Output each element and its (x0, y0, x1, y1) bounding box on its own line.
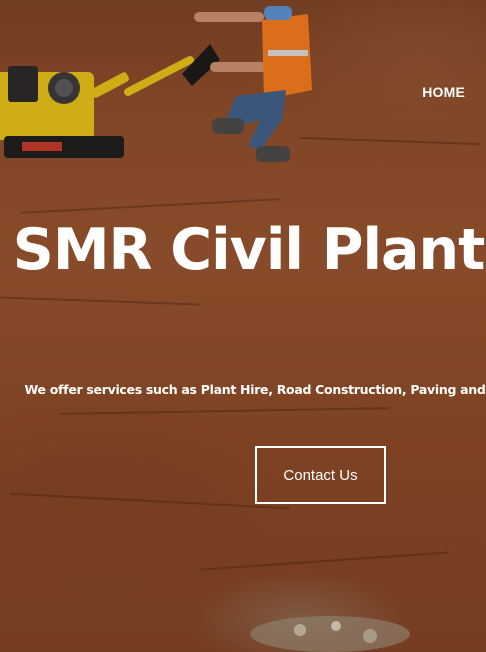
hero-title: SMR Civil Plant Hire (12, 217, 486, 283)
nav-home-link[interactable]: HOME (422, 84, 465, 100)
contact-us-button[interactable]: Contact Us (255, 446, 386, 504)
hero-subtitle: We offer services such as Plant Hire, Ro… (24, 382, 486, 397)
hero-overlay (0, 0, 486, 652)
hero-section: HOME SMR Civil Plant Hire We offer servi… (0, 0, 486, 652)
